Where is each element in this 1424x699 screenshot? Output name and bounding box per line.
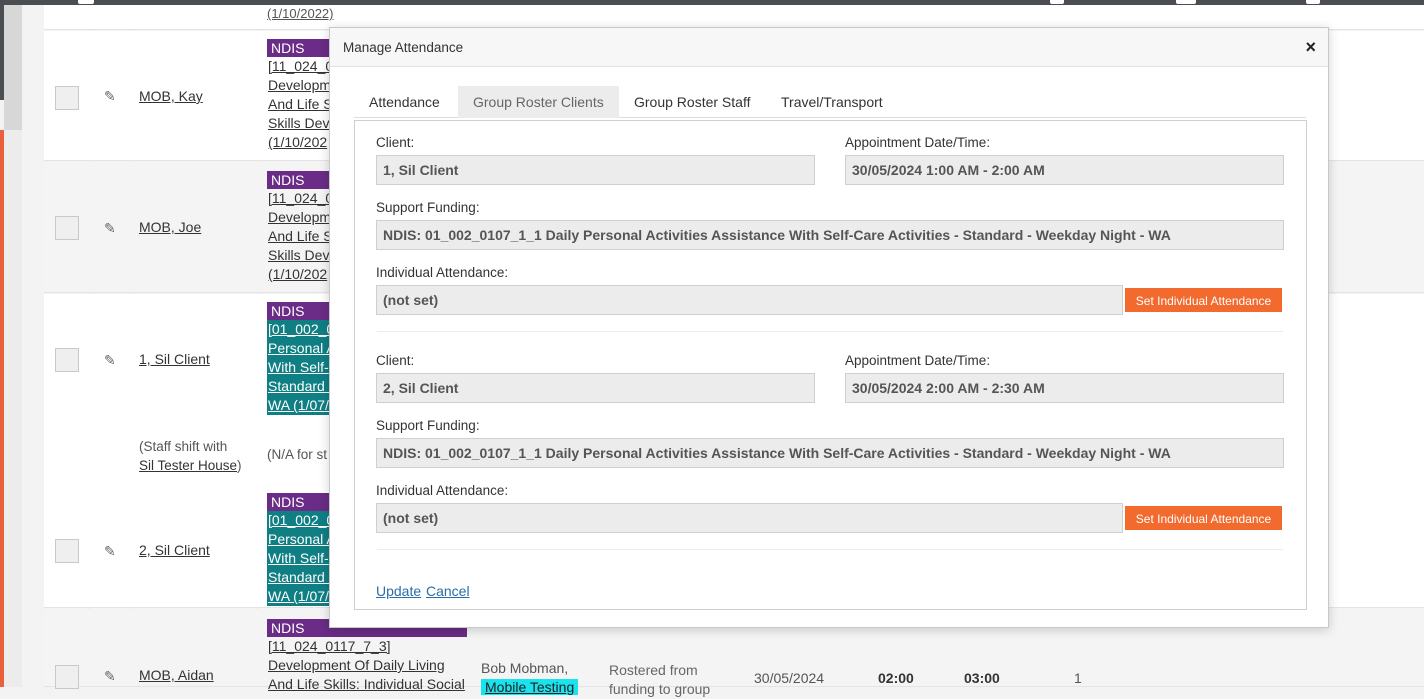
appointment-label: Appointment Date/Time: bbox=[845, 135, 991, 150]
funding-line[interactable]: And Life Skills: Individual Social bbox=[267, 675, 467, 694]
date-cell: 30/05/2024 bbox=[754, 670, 825, 686]
client-link[interactable]: 1, Sil Client bbox=[139, 351, 210, 367]
user-icon[interactable] bbox=[1050, 0, 1064, 4]
start-time: 02:00 bbox=[878, 670, 914, 686]
status-line: Rostered from bbox=[609, 662, 698, 678]
set-individual-attendance-button[interactable]: Set Individual Attendance bbox=[1125, 506, 1282, 530]
section-divider bbox=[377, 549, 1283, 550]
tab-attendance[interactable]: Attendance bbox=[354, 86, 455, 118]
group-roster-clients-panel: Client: Appointment Date/Time: 1, Sil Cl… bbox=[354, 120, 1307, 610]
status-cell: Rostered from funding to group bbox=[609, 661, 710, 699]
funding-label: Support Funding: bbox=[376, 200, 480, 215]
group-icon[interactable] bbox=[1176, 0, 1196, 4]
edit-icon[interactable]: ✎ bbox=[104, 544, 118, 558]
funding-label: Support Funding: bbox=[376, 418, 480, 433]
row-checkbox[interactable] bbox=[55, 86, 79, 110]
attendance-field: (not set) bbox=[376, 285, 1123, 315]
dialog-title: Manage Attendance bbox=[343, 40, 464, 55]
appointment-label: Appointment Date/Time: bbox=[845, 353, 991, 368]
client-link[interactable]: MOB, Aidan bbox=[139, 667, 214, 683]
shift-link[interactable]: Sil Tester House bbox=[139, 458, 237, 473]
tab-group-roster-staff[interactable]: Group Roster Staff bbox=[619, 86, 765, 118]
client-field: 2, Sil Client bbox=[376, 373, 815, 403]
tab-travel-transport[interactable]: Travel/Transport bbox=[766, 86, 898, 118]
staff-badge[interactable]: Mobile Testing bbox=[481, 679, 579, 695]
client-link[interactable]: MOB, Kay bbox=[139, 88, 203, 104]
end-time: 03:00 bbox=[964, 670, 1000, 686]
attendance-label: Individual Attendance: bbox=[376, 265, 509, 280]
section-divider bbox=[377, 331, 1283, 332]
menu-icon[interactable] bbox=[78, 0, 94, 4]
support-funding-field: NDIS: 01_002_0107_1_1 Daily Personal Act… bbox=[376, 438, 1284, 468]
client-field: 1, Sil Client bbox=[376, 155, 815, 185]
row-checkbox[interactable] bbox=[55, 348, 79, 372]
sidebar-panel bbox=[4, 5, 22, 130]
funding-line[interactable]: [11_024_0117_7_3] bbox=[267, 637, 467, 656]
staff-name: Bob Mobman, bbox=[481, 660, 569, 676]
row-checkbox[interactable] bbox=[55, 216, 79, 240]
client-link[interactable]: MOB, Joe bbox=[139, 219, 201, 235]
funding-line[interactable]: Development Of Daily Living bbox=[267, 656, 467, 675]
attendance-label: Individual Attendance: bbox=[376, 483, 509, 498]
staff-shift-note: (Staff shift with Sil Tester House) bbox=[139, 437, 242, 475]
note-prefix: (Staff shift with bbox=[139, 439, 228, 454]
edit-icon[interactable]: ✎ bbox=[104, 669, 118, 683]
manage-attendance-dialog: Manage Attendance × Attendance Group Ros… bbox=[329, 27, 1329, 628]
staff-cell: Bob Mobman, Mobile Testing bbox=[481, 659, 579, 697]
cancel-link[interactable]: Cancel bbox=[426, 583, 470, 599]
note-suffix: ) bbox=[237, 458, 242, 473]
client-label: Client: bbox=[376, 135, 415, 150]
client-label: Client: bbox=[376, 353, 415, 368]
count-cell: 1 bbox=[1074, 670, 1082, 686]
tab-bar: Attendance Group Roster Clients Group Ro… bbox=[354, 86, 1306, 118]
sidebar-strip bbox=[4, 130, 22, 687]
edit-icon[interactable]: ✎ bbox=[104, 221, 118, 235]
row-checkbox[interactable] bbox=[55, 539, 79, 563]
close-icon[interactable]: × bbox=[1305, 37, 1316, 57]
update-link[interactable]: Update bbox=[376, 583, 421, 599]
row-checkbox[interactable] bbox=[55, 665, 79, 689]
edit-icon[interactable]: ✎ bbox=[104, 89, 118, 103]
account-icon[interactable] bbox=[1306, 0, 1320, 4]
client-link[interactable]: 2, Sil Client bbox=[139, 542, 210, 558]
funding-cell: NDIS [11_024_0117_7_3] Development Of Da… bbox=[267, 619, 467, 694]
tab-group-roster-clients[interactable]: Group Roster Clients bbox=[458, 86, 619, 118]
status-line: funding to group bbox=[609, 681, 711, 697]
appointment-field: 30/05/2024 2:00 AM - 2:30 AM bbox=[845, 373, 1284, 403]
support-funding-field: NDIS: 01_002_0107_1_1 Daily Personal Act… bbox=[376, 220, 1284, 250]
set-individual-attendance-button[interactable]: Set Individual Attendance bbox=[1125, 288, 1282, 312]
edit-icon[interactable]: ✎ bbox=[104, 353, 118, 367]
attendance-field: (not set) bbox=[376, 503, 1123, 533]
na-note: (N/A for st bbox=[267, 447, 328, 462]
dialog-header: Manage Attendance × bbox=[330, 28, 1328, 67]
appointment-field: 30/05/2024 1:00 AM - 2:00 AM bbox=[845, 155, 1284, 185]
funding-date-partial: (1/10/2022) bbox=[267, 6, 334, 21]
